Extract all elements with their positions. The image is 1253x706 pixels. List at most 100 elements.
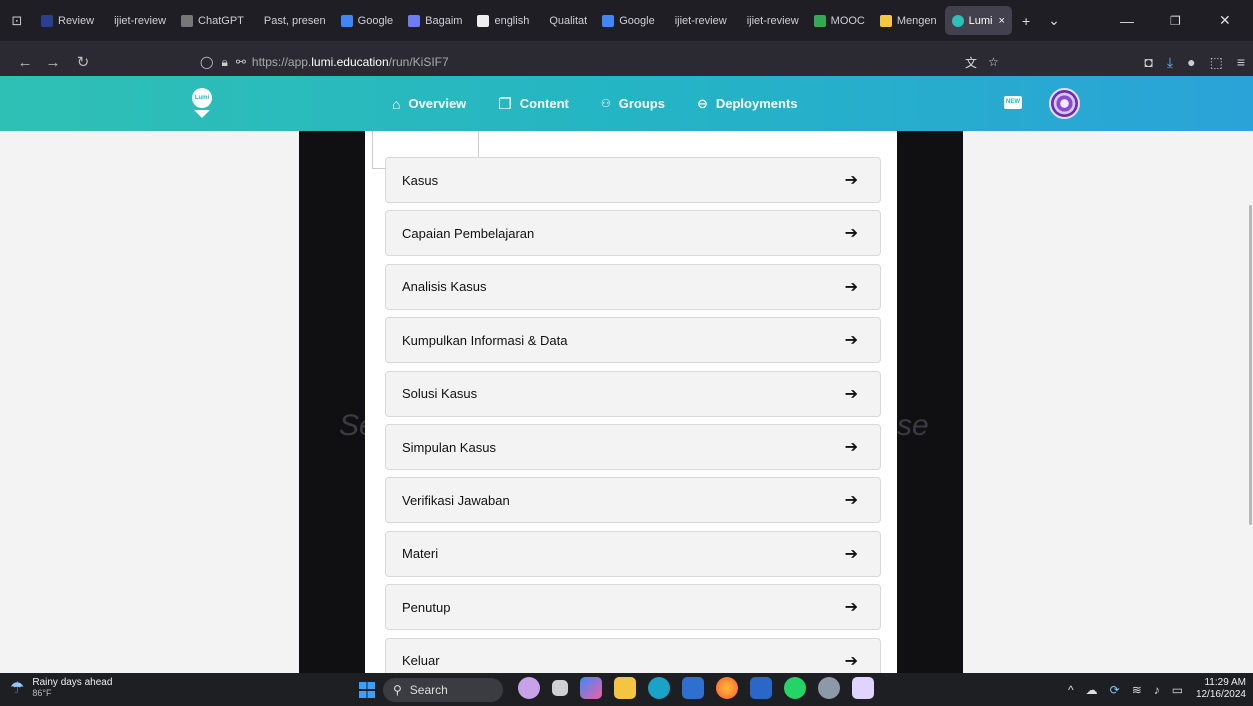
menu-item-label: Verifikasi Jawaban [402, 492, 510, 508]
new-badge-icon[interactable]: NEW [1004, 96, 1022, 109]
menu-item[interactable]: Kumpulkan Informasi & Data ➔ [385, 317, 881, 364]
close-window-icon[interactable]: ✕ [1219, 0, 1231, 41]
whatsapp-icon[interactable] [784, 677, 806, 699]
bookmark-star-icon[interactable]: ☆ [988, 55, 999, 69]
edge-browser-icon[interactable] [648, 677, 670, 699]
wifi-icon[interactable]: ≋ [1132, 683, 1142, 697]
clock-date: 12/16/2024 [1195, 689, 1246, 700]
task-view-icon[interactable] [552, 680, 568, 696]
translate-icon[interactable]: 文 [965, 54, 977, 71]
new-tab-button[interactable]: + [1013, 13, 1039, 29]
url-bar[interactable]: ◯ 🔒︎ ⚯ https://app. lumi.education/run/Ki… [200, 49, 1200, 75]
menu-item-label: Simpulan Kasus [402, 439, 496, 455]
store-icon[interactable] [682, 677, 704, 699]
browser-tab[interactable]: english [470, 6, 536, 35]
nav-label: Overview [408, 96, 467, 111]
restore-icon[interactable]: ❐ [1170, 0, 1181, 41]
copilot-icon[interactable] [580, 677, 602, 699]
battery-icon[interactable]: ▭ [1172, 683, 1183, 697]
search-label: Search [409, 683, 448, 697]
tab-favicon-icon [813, 14, 826, 27]
tab-label: MOOC [830, 14, 865, 27]
back-arrow-icon[interactable]: ← [14, 54, 36, 71]
extensions-icon[interactable]: ⬚ [1210, 54, 1223, 71]
menu-item[interactable]: Simpulan Kasus ➔ [385, 424, 881, 470]
menu-item[interactable]: Solusi Kasus ➔ [385, 370, 881, 417]
browser-tab-strip: ⊡ Review ijiet-review ChatGPT Past, presen G… [0, 0, 1253, 41]
tab-lumi-active[interactable]: Lumi × [944, 6, 1012, 35]
sync-icon[interactable]: ⟳ [1110, 683, 1120, 697]
file-explorer-icon[interactable] [614, 677, 636, 699]
reload-icon[interactable]: ↻ [72, 53, 94, 71]
tab-list: Review ijiet-review ChatGPT Past, presen Goo… [34, 6, 945, 35]
windows-taskbar: ☂ Rainy days ahead 86°F ⚲ Search ^ ☁ ⟳ ≋… [0, 673, 1253, 706]
browser-tab[interactable]: Qualitat [537, 6, 594, 35]
tab-overview-icon[interactable]: ⊡ [0, 13, 34, 29]
browser-tab[interactable]: Mengen [873, 6, 944, 35]
download-icon[interactable]: ⤓ [1167, 54, 1173, 71]
arrow-right-icon: ➔ [844, 332, 858, 350]
browser-tab[interactable]: Past, presen [252, 6, 333, 35]
browser-tab[interactable]: Bagaim [401, 6, 469, 35]
minimize-icon[interactable]: — [1120, 0, 1134, 41]
nav-label: Content [519, 96, 569, 111]
pocket-icon[interactable]: ◘ [1144, 54, 1152, 70]
tab-label: Review [58, 14, 95, 27]
rain-umbrella-icon: ☂ [10, 679, 25, 697]
taskbar-apps [518, 677, 874, 699]
firefox-icon[interactable] [716, 677, 738, 699]
word-icon[interactable] [750, 677, 772, 699]
tab-close-icon[interactable]: × [999, 15, 1005, 27]
page-scrollbar[interactable] [1249, 205, 1252, 525]
lumi-logo[interactable]: Lumi [192, 88, 212, 120]
taskbar-clock[interactable]: 11:29 AM 12/16/2024 [1190, 677, 1246, 701]
browser-tab[interactable]: ijiet-review [663, 6, 734, 35]
menu-item[interactable]: Analisis Kasus ➔ [385, 263, 881, 310]
weather-widget[interactable]: ☂ Rainy days ahead 86°F [10, 677, 112, 698]
nav-label: Groups [618, 96, 665, 111]
permissions-icon: ⚯ [235, 55, 246, 69]
arrow-right-icon: ➔ [844, 172, 858, 189]
browser-tab[interactable]: Google [334, 6, 400, 35]
browser-tab[interactable]: ijiet-review [735, 6, 806, 35]
profile-icon[interactable]: ● [1187, 54, 1195, 70]
menu-item[interactable]: Capaian Pembelajaran ➔ [385, 210, 881, 257]
menu-hamburger-icon[interactable]: ≡ [1237, 54, 1245, 70]
nav-content[interactable]: ❐ Content [498, 95, 569, 113]
nav-label: Deployments [715, 96, 798, 111]
nav-deployments[interactable]: ⊖ Deployments [697, 96, 798, 112]
menu-item-label: Analisis Kasus [402, 279, 487, 295]
onedrive-cloud-icon[interactable]: ☁ [1086, 683, 1098, 697]
groups-icon: ⚇ [600, 98, 611, 110]
menu-item[interactable]: Materi ➔ [385, 530, 881, 577]
tab-favicon-icon [181, 14, 194, 27]
menu-item[interactable]: Kasus ➔ [385, 157, 881, 203]
tab-label: Lumi [968, 14, 993, 27]
windows-start-icon[interactable] [359, 682, 375, 698]
menu-item[interactable]: Penutup ➔ [385, 584, 881, 631]
browser-tab[interactable]: Review [34, 6, 101, 35]
taskbar-search[interactable]: ⚲ Search [383, 678, 503, 702]
tab-list-chevron-icon[interactable]: ⌄ [1039, 12, 1069, 29]
avatar[interactable] [1049, 88, 1080, 119]
settings-gear-icon[interactable] [818, 677, 840, 699]
menu-item[interactable]: Verifikasi Jawaban ➔ [385, 477, 881, 524]
nav-overview[interactable]: ⌂ Overview [392, 96, 466, 112]
volume-icon[interactable]: ♪ [1154, 683, 1160, 697]
tab-label: Bagaim [425, 14, 463, 27]
browser-tab[interactable]: Google [595, 6, 661, 35]
browser-tab[interactable]: ijiet-review [102, 6, 173, 35]
chevron-up-icon[interactable]: ^ [1068, 683, 1074, 697]
tab-favicon-icon [879, 14, 892, 27]
browser-tab[interactable]: ChatGPT [174, 6, 251, 35]
lock-icon: 🔒︎ [221, 54, 228, 69]
left-gutter [0, 131, 290, 673]
clock-time: 11:29 AM [1204, 677, 1246, 688]
tab-label: ijiet-review [114, 14, 167, 27]
url-path: /run/KiSIF7 [388, 55, 449, 69]
forward-arrow-icon[interactable]: → [42, 54, 64, 71]
snipping-tool-icon[interactable] [852, 677, 874, 699]
nav-groups[interactable]: ⚇ Groups [601, 96, 665, 111]
copilot-app-icon[interactable] [518, 677, 540, 699]
browser-tab[interactable]: MOOC [807, 6, 872, 35]
